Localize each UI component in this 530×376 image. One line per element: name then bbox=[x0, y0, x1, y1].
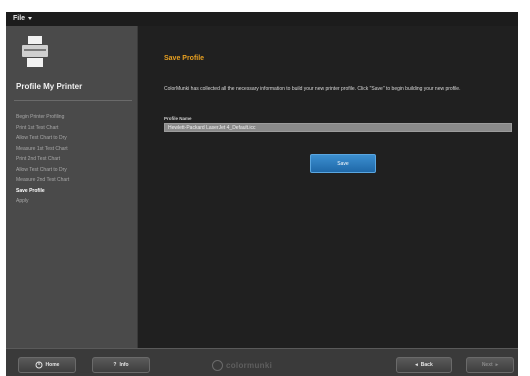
home-icon bbox=[35, 361, 43, 369]
brand-name: colormunki bbox=[226, 361, 273, 370]
step-label: Print 2nd Test Chart bbox=[16, 156, 61, 162]
step-list: Begin Printer Profiling Print 1st Test C… bbox=[16, 114, 69, 209]
file-menu[interactable]: File bbox=[13, 15, 33, 22]
next-button-label: Next bbox=[481, 362, 493, 368]
home-button-label: Home bbox=[45, 362, 60, 368]
app-window: Profile My Printer Begin Printer Profili… bbox=[6, 26, 518, 348]
instructions-text: ColorMunki has collected all the necessa… bbox=[164, 86, 461, 92]
file-menu-label: File bbox=[13, 15, 26, 22]
step-label: Begin Printer Profiling bbox=[16, 114, 65, 120]
info-button-label: Info bbox=[119, 362, 129, 368]
sidebar-divider bbox=[14, 100, 132, 101]
step-label: Measure 1st Test Chart bbox=[16, 145, 68, 152]
step-item[interactable]: Measure 2nd Test Chart bbox=[16, 177, 69, 188]
step-item-active[interactable]: Save Profile bbox=[16, 188, 69, 199]
step-item[interactable]: Begin Printer Profiling bbox=[16, 114, 69, 125]
brand-logo-icon bbox=[212, 360, 223, 371]
page-title: Save Profile bbox=[164, 55, 205, 62]
step-item[interactable]: Measure 1st Test Chart bbox=[16, 146, 69, 157]
info-button[interactable]: ? Info bbox=[92, 357, 150, 373]
step-label: Print 1st Test Chart bbox=[16, 124, 59, 131]
step-item[interactable]: Allow Test Chart to Dry bbox=[16, 135, 69, 146]
next-button[interactable]: Next ▸ bbox=[466, 357, 514, 373]
help-icon: ? bbox=[113, 362, 117, 368]
brand-watermark: colormunki bbox=[212, 359, 272, 372]
step-label: Apply bbox=[16, 198, 29, 204]
arrow-right-icon: ▸ bbox=[495, 362, 499, 368]
save-button[interactable]: Save bbox=[310, 154, 376, 173]
back-button-label: Back bbox=[420, 362, 433, 368]
step-item[interactable]: Print 2nd Test Chart bbox=[16, 156, 69, 167]
home-button[interactable]: Home bbox=[18, 357, 76, 373]
printer-icon bbox=[22, 36, 48, 67]
step-item[interactable]: Apply bbox=[16, 198, 69, 209]
chevron-down-icon bbox=[28, 17, 33, 20]
step-label: Allow Test Chart to Dry bbox=[16, 135, 67, 141]
step-label: Measure 2nd Test Chart bbox=[16, 177, 70, 183]
step-item[interactable]: Print 1st Test Chart bbox=[16, 125, 69, 136]
menu-bar: File bbox=[6, 12, 518, 26]
sidebar: Profile My Printer Begin Printer Profili… bbox=[6, 26, 138, 348]
profile-name-input[interactable] bbox=[164, 123, 512, 132]
step-item[interactable]: Allow Test Chart to Dry bbox=[16, 167, 69, 178]
main-panel: Save Profile ColorMunki has collected al… bbox=[138, 26, 518, 348]
back-button[interactable]: ◂ Back bbox=[396, 357, 452, 373]
step-label: Allow Test Chart to Dry bbox=[16, 166, 67, 173]
sidebar-title: Profile My Printer bbox=[16, 82, 83, 91]
footer-bar: Home ? Info colormunki ◂ Back Next ▸ bbox=[6, 348, 518, 376]
step-label: Save Profile bbox=[16, 187, 45, 194]
arrow-left-icon: ◂ bbox=[415, 362, 418, 368]
profile-name-label: Profile Name bbox=[164, 116, 192, 121]
